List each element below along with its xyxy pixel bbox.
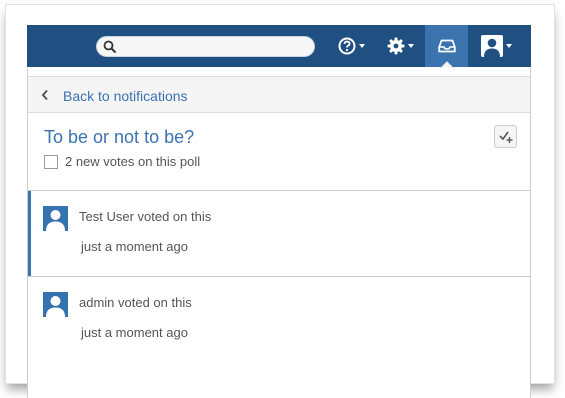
chevron-left-icon[interactable] <box>41 89 49 101</box>
timestamp: just a moment ago <box>81 325 188 340</box>
mark-read-button[interactable] <box>494 125 517 148</box>
user-menu-button[interactable] <box>474 25 518 67</box>
settings-menu-button[interactable] <box>381 25 419 67</box>
avatar <box>43 292 68 317</box>
search-icon <box>103 40 117 54</box>
gear-icon <box>387 37 404 55</box>
notification-text: Test User voted on this <box>79 209 212 224</box>
help-icon <box>338 37 355 55</box>
search-input[interactable] <box>96 36 315 57</box>
poll-checkbox[interactable] <box>44 155 58 169</box>
chevron-down-icon <box>407 44 414 48</box>
list-item[interactable]: admin voted on this just a moment ago <box>28 277 530 367</box>
avatar <box>43 206 68 231</box>
inbox-icon <box>437 39 456 53</box>
user-icon <box>480 35 503 57</box>
chevron-down-icon <box>358 44 365 48</box>
timestamp: just a moment ago <box>81 239 188 254</box>
check-add-icon <box>499 131 513 143</box>
notification-text: admin voted on this <box>79 295 192 310</box>
user-avatar-icon <box>46 296 65 317</box>
notification-subtitle: 2 new votes on this poll <box>65 154 201 169</box>
back-to-notifications-link[interactable]: Back to notifications <box>63 88 188 104</box>
notification-title[interactable]: To be or not to be? <box>44 127 194 148</box>
user-avatar-icon <box>46 210 65 231</box>
notification-panel: Back to notifications To be or not to be… <box>27 68 531 398</box>
chevron-down-icon <box>505 44 512 48</box>
back-bar[interactable]: Back to notifications <box>28 76 530 113</box>
list-item[interactable]: Test User voted on this just a moment ag… <box>28 191 533 276</box>
help-menu-button[interactable] <box>332 25 370 67</box>
